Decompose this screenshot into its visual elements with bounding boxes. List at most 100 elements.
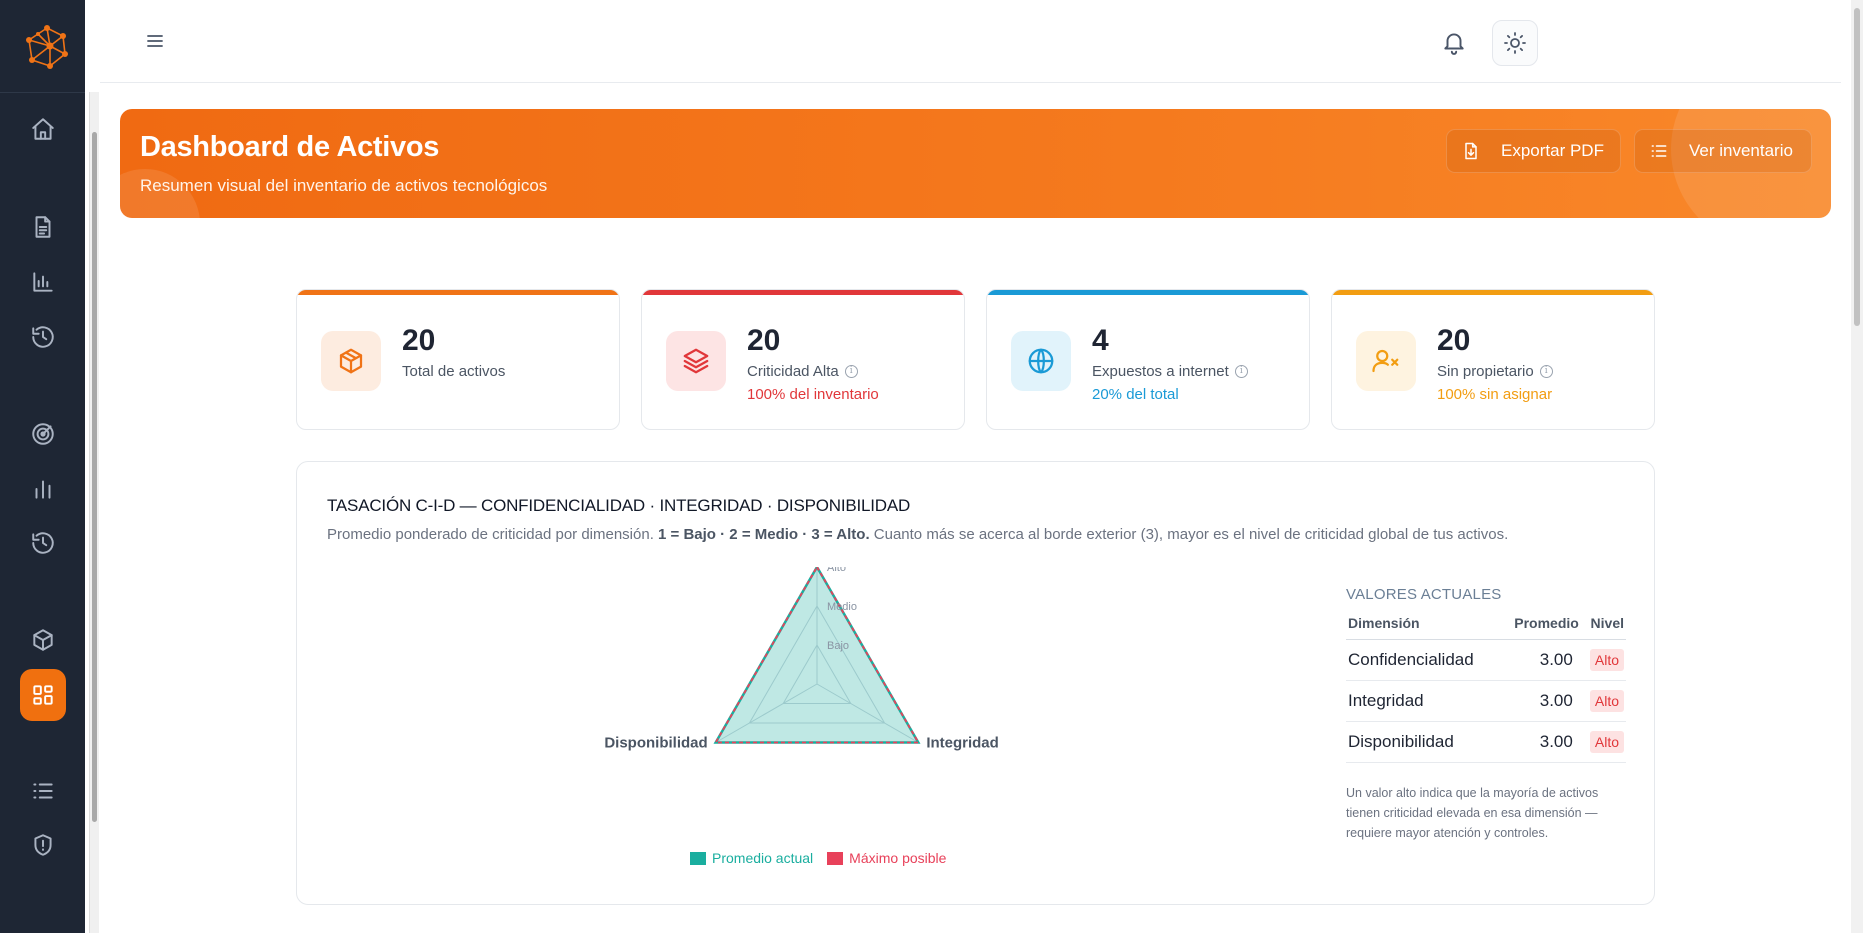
kpi-subtext: 100% sin asignar (1437, 386, 1553, 403)
cell-promedio: 3.00 (1499, 721, 1581, 763)
radar-chart: BajoMedioAltoConfidencialidadIntegridadD… (604, 567, 999, 752)
legend-item-promedio[interactable]: Promedio actual (690, 850, 813, 866)
values-table: Dimensión Promedio Nivel Confidencialida… (1346, 615, 1626, 763)
radar-scale-label: Medio (827, 601, 857, 613)
table-row: Confidencialidad 3.00 Alto (1346, 639, 1626, 681)
kpi-card-exposed: 4 Expuestos a internet i 20% del total (986, 289, 1310, 430)
user-x-icon (1356, 331, 1416, 391)
cid-desc-prefix: Promedio ponderado de criticidad por dim… (327, 526, 654, 543)
view-inventory-label: Ver inventario (1689, 141, 1793, 160)
file-download-icon (1465, 142, 1477, 160)
kpi-accent-bar (1332, 290, 1654, 295)
cube-icon (321, 331, 381, 391)
kpi-accent-bar (642, 290, 964, 295)
menu-icon[interactable] (144, 30, 166, 52)
chart-legend: Promedio actual Máximo posible (690, 850, 960, 866)
topbar (100, 0, 1841, 83)
stats-icon[interactable] (22, 468, 64, 510)
cell-promedio: 3.00 (1499, 680, 1581, 722)
shield-alert-icon[interactable] (22, 824, 64, 866)
radar-axis-label: Integridad (926, 735, 999, 752)
kpi-card-no-owner: 20 Sin propietario i 100% sin asignar (1331, 289, 1655, 430)
page-title: Dashboard de Activos (140, 131, 440, 163)
values-title: VALORES ACTUALES (1346, 586, 1502, 603)
document-icon[interactable] (22, 206, 64, 248)
home-icon[interactable] (22, 108, 64, 150)
history-icon[interactable] (22, 522, 64, 564)
list-icon[interactable] (22, 770, 64, 812)
cell-dimension: Disponibilidad (1346, 721, 1500, 763)
kpi-label: Expuestos a internet i (1092, 363, 1248, 380)
legend-swatch (690, 851, 706, 865)
page-subtitle: Resumen visual del inventario de activos… (140, 176, 548, 195)
kpi-label: Criticidad Alta i (747, 363, 858, 380)
level-badge: Alto (1589, 649, 1624, 671)
table-header-row: Dimensión Promedio Nivel (1346, 615, 1626, 640)
cell-dimension: Confidencialidad (1346, 639, 1500, 681)
values-note: Un valor alto indica que la mayoría de a… (1346, 786, 1599, 840)
bell-icon[interactable] (1438, 26, 1470, 58)
cid-card: TASACIÓN C-I-D — CONFIDENCIALIDAD · INTE… (296, 461, 1655, 905)
legend-swatch (827, 851, 844, 865)
col-promedio: Promedio (1499, 615, 1581, 640)
kpi-card-total: 20 Total de activos (296, 289, 620, 430)
export-pdf-button[interactable]: Exportar PDF (1446, 129, 1621, 173)
cid-title: TASACIÓN C-I-D — CONFIDENCIALIDAD · INTE… (327, 496, 911, 515)
level-badge: Alto (1589, 731, 1624, 753)
kpi-accent-bar (297, 290, 619, 295)
kpi-value: 4 (1092, 324, 1109, 357)
sun-icon[interactable] (1492, 20, 1538, 66)
kpi-label: Total de activos (402, 363, 505, 380)
info-icon[interactable]: i (844, 365, 858, 378)
view-inventory-button[interactable]: Ver inventario (1634, 129, 1812, 173)
info-icon[interactable]: i (1234, 365, 1248, 378)
kpi-subtext: 20% del total (1092, 386, 1179, 403)
sidebar-divider (0, 92, 85, 93)
kpi-label-text: Expuestos a internet (1092, 363, 1229, 380)
cell-promedio: 3.00 (1499, 639, 1581, 681)
kpi-card-critical: 20 Criticidad Alta i 100% del inventario (641, 289, 965, 430)
radar-scale-label: Bajo (827, 640, 849, 652)
cid-description: Promedio ponderado de criticidad por dim… (327, 526, 1508, 543)
history-icon[interactable] (22, 316, 64, 358)
main-scroll-thumb[interactable] (1854, 8, 1860, 326)
radar-icon[interactable] (22, 413, 64, 455)
series-promedio-actual (713, 567, 921, 744)
cell-dimension: Integridad (1346, 680, 1500, 722)
bar-chart-icon[interactable] (22, 261, 64, 303)
main-scrollbar[interactable] (1851, 0, 1863, 933)
col-nivel: Nivel (1580, 615, 1626, 640)
col-dimension: Dimensión (1346, 615, 1500, 640)
kpi-subtext: 100% del inventario (747, 386, 879, 403)
radar-axis-label: Disponibilidad (604, 735, 707, 752)
cid-desc-suffix: Cuanto más se acerca al borde exterior (… (873, 526, 1509, 543)
cid-desc-scale: 1 = Bajo · 2 = Medio · 3 = Alto. (658, 526, 870, 543)
network-logo[interactable] (22, 22, 72, 72)
kpi-label: Sin propietario i (1437, 363, 1553, 380)
export-pdf-label: Exportar PDF (1501, 141, 1604, 160)
table-row: Disponibilidad 3.00 Alto (1346, 721, 1626, 763)
kpi-accent-bar (987, 290, 1309, 295)
hero-banner: Dashboard de Activos Resumen visual del … (120, 109, 1831, 218)
legend-label: Máximo posible (849, 850, 947, 866)
sidebar-scrollbar[interactable] (89, 92, 99, 933)
list-icon (1651, 145, 1667, 157)
kpi-label-text: Total de activos (402, 363, 506, 380)
globe-icon (1011, 331, 1071, 391)
legend-label: Promedio actual (712, 850, 814, 866)
kpi-value: 20 (1437, 324, 1471, 357)
kpi-value: 20 (402, 324, 436, 357)
radar-scale-label: Alto (827, 567, 846, 574)
layers-icon (666, 331, 726, 391)
sidebar-scroll-thumb[interactable] (92, 132, 97, 822)
box-icon[interactable] (22, 619, 64, 661)
dashboard-icon[interactable] (20, 669, 66, 721)
sidebar (0, 0, 85, 933)
kpi-label-text: Criticidad Alta (747, 363, 839, 380)
current-values-panel: VALORES ACTUALES Dimensión Promedio Nive… (1346, 586, 1626, 843)
legend-item-maximo[interactable]: Máximo posible (827, 850, 946, 866)
app-window: Dashboard de Activos Resumen visual del … (0, 0, 1863, 933)
info-icon[interactable]: i (1539, 365, 1553, 378)
table-row: Integridad 3.00 Alto (1346, 680, 1626, 722)
kpi-label-text: Sin propietario (1437, 363, 1534, 380)
